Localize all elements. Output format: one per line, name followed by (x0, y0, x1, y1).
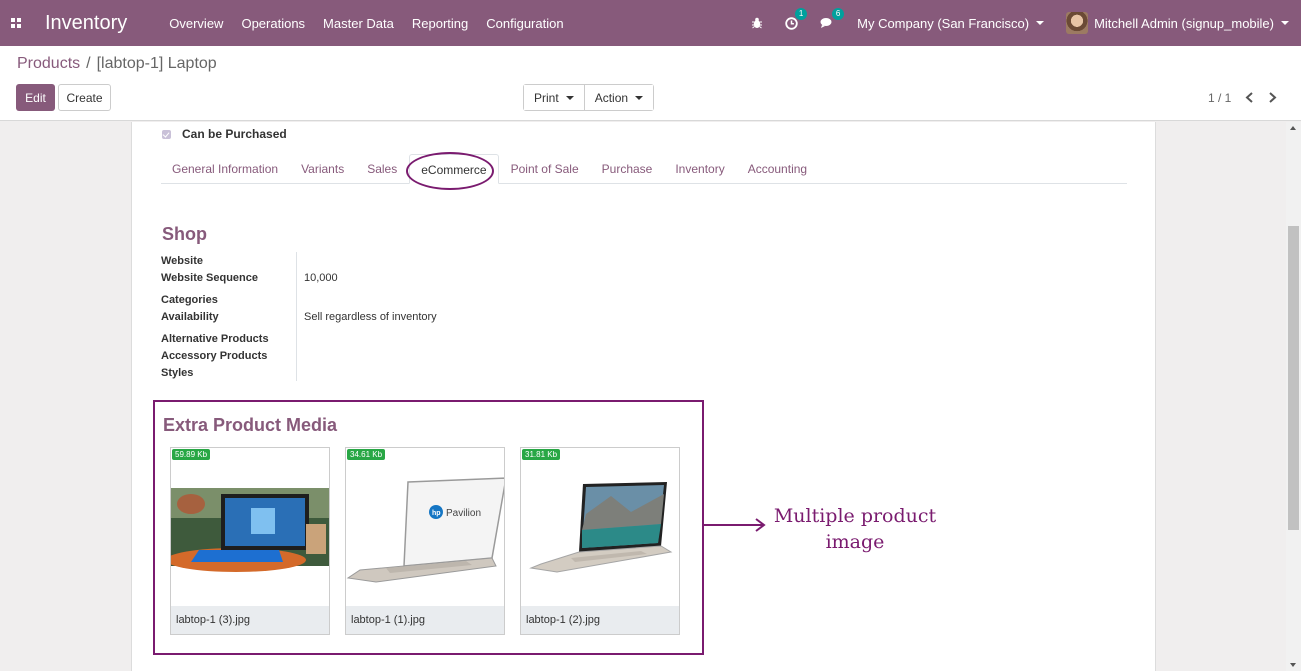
chevron-down-icon (1281, 21, 1289, 25)
avatar (1066, 12, 1089, 34)
can-be-purchased-row: Can be Purchased (162, 127, 287, 141)
debug-bug-icon[interactable] (751, 17, 763, 29)
edit-button[interactable]: Edit (16, 84, 55, 111)
scroll-down-icon[interactable] (1290, 663, 1296, 667)
file-size-badge: 59.89 Kb (172, 449, 211, 460)
form-area: Can be Purchased General Information Var… (0, 122, 1286, 671)
field-divider (296, 252, 297, 381)
file-size-badge: 31.81 Kb (522, 449, 561, 460)
notebook-tabs: General Information Variants Sales eComm… (161, 154, 1127, 184)
laptop-image-tablet (171, 464, 329, 606)
breadcrumb-current: [labtop-1] Laptop (96, 55, 217, 72)
company-name: My Company (San Francisco) (857, 15, 1030, 31)
pager-value[interactable]: 1 / 1 (1208, 91, 1231, 105)
breadcrumb-separator: / (86, 55, 91, 72)
control-panel: Products / [labtop-1] Laptop Edit Create P… (0, 46, 1301, 121)
laptop-image-landscape (521, 464, 679, 606)
media-filename: labtop-1 (2).jpg (521, 606, 679, 634)
tab-accounting[interactable]: Accounting (737, 154, 818, 184)
activity-clock-icon[interactable]: 1 (785, 7, 808, 30)
vertical-scrollbar[interactable] (1286, 122, 1301, 671)
laptop-image-hp-pavilion: hp Pavilion (346, 464, 504, 606)
user-name: Mitchell Admin (signup_mobile) (1094, 15, 1274, 31)
breadcrumb-products-link[interactable]: Products (17, 55, 80, 72)
print-label: Print (534, 90, 559, 105)
apps-menu-icon[interactable] (0, 0, 32, 46)
breadcrumb: Products / [labtop-1] Laptop (17, 55, 217, 73)
shop-section-title: Shop (162, 224, 207, 244)
actions-button-group: Print Action (523, 84, 655, 111)
file-size-badge: 34.61 Kb (347, 449, 386, 460)
extra-product-media-highlight: Extra Product Media 59.89 Kb labtop-1 (3… (153, 400, 704, 655)
tab-ecommerce[interactable]: eCommerce (409, 154, 499, 184)
can-be-purchased-checkbox[interactable] (162, 129, 171, 139)
alternative-products-label: Alternative Products (161, 333, 269, 345)
media-filename: labtop-1 (3).jpg (171, 606, 329, 634)
menu-configuration[interactable]: Configuration (486, 16, 563, 31)
app-title[interactable]: Inventory (45, 12, 127, 35)
tab-variants[interactable]: Variants (290, 154, 355, 184)
chevron-down-icon (1036, 21, 1045, 25)
website-sequence-field[interactable]: 10,000 (304, 272, 338, 284)
annotation-line-1: Multiple product (773, 505, 937, 527)
annotation-line-2: image (825, 531, 885, 553)
user-menu[interactable]: Mitchell Admin (signup_mobile) (1066, 12, 1289, 34)
extra-media-title: Extra Product Media (163, 415, 338, 435)
tab-inventory[interactable]: Inventory (664, 154, 735, 184)
menu-master-data[interactable]: Master Data (323, 16, 394, 31)
svg-text:Pavilion: Pavilion (446, 508, 481, 519)
annotation-arrow-icon (702, 518, 766, 532)
website-sequence-label: Website Sequence (161, 272, 258, 284)
chevron-left-icon[interactable] (1245, 90, 1254, 106)
company-switcher[interactable]: My Company (San Francisco) (857, 15, 1045, 31)
main-menu: Overview Operations Master Data Reportin… (169, 16, 581, 31)
messages-count-badge: 6 (832, 8, 845, 20)
top-navbar: Inventory Overview Operations Master Dat… (0, 0, 1301, 46)
scroll-up-icon[interactable] (1290, 126, 1296, 130)
tab-general-information[interactable]: General Information (161, 154, 289, 184)
chevron-down-icon (635, 95, 644, 100)
scrollbar-thumb[interactable] (1288, 226, 1299, 530)
styles-label: Styles (161, 367, 194, 379)
pager: 1 / 1 (1208, 90, 1277, 106)
svg-text:hp: hp (432, 510, 441, 517)
messages-chat-icon[interactable]: 6 (820, 8, 845, 29)
accessory-products-label: Accessory Products (161, 350, 268, 362)
media-card[interactable]: 31.81 Kb labtop-1 (2).jpg (520, 447, 680, 635)
website-label: Website (161, 255, 203, 267)
media-card[interactable]: 34.61 Kb hp Pavilion labtop-1 (1).jpg (345, 447, 505, 635)
chevron-down-icon (565, 95, 574, 100)
tab-point-of-sale[interactable]: Point of Sale (500, 154, 590, 184)
tab-purchase[interactable]: Purchase (591, 154, 664, 184)
menu-operations[interactable]: Operations (241, 16, 305, 31)
action-label: Action (594, 90, 629, 105)
categories-label: Categories (161, 294, 218, 306)
activity-count-badge: 1 (795, 7, 808, 20)
systray: 1 6 My Company (San Francisco) Mitchell … (751, 0, 1301, 46)
chevron-right-icon[interactable] (1268, 90, 1277, 106)
menu-reporting[interactable]: Reporting (412, 16, 468, 31)
create-button[interactable]: Create (58, 84, 111, 111)
media-card[interactable]: 59.89 Kb labtop-1 (3).jpg (170, 447, 330, 635)
availability-field[interactable]: Sell regardless of inventory (304, 311, 437, 323)
can-be-purchased-label: Can be Purchased (182, 127, 287, 141)
annotation-text: Multiple product image (762, 503, 948, 555)
tab-sales[interactable]: Sales (356, 154, 408, 184)
form-sheet: Can be Purchased General Information Var… (131, 122, 1156, 671)
print-dropdown-button[interactable]: Print (524, 85, 584, 110)
menu-overview[interactable]: Overview (169, 16, 223, 31)
availability-label: Availability (161, 311, 219, 323)
media-filename: labtop-1 (1).jpg (346, 606, 504, 634)
action-dropdown-button[interactable]: Action (583, 85, 654, 110)
